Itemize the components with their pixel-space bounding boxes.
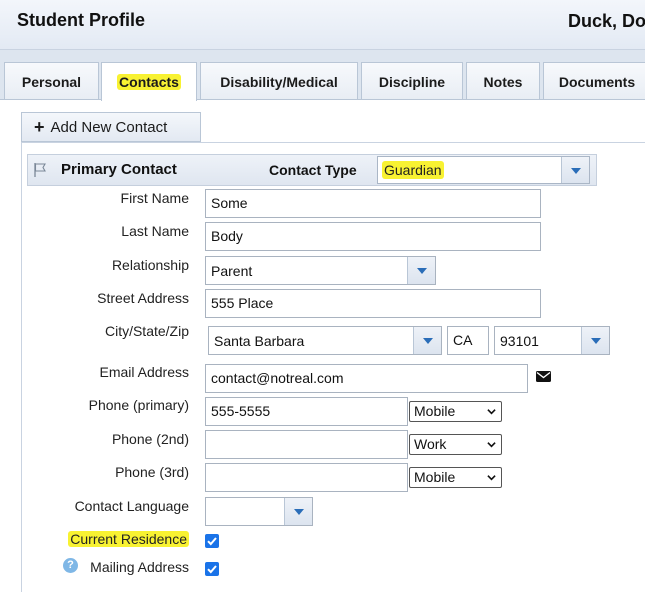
chevron-down-icon: [487, 442, 496, 448]
tab-label: Notes: [483, 73, 523, 90]
email-field[interactable]: contact@notreal.com: [205, 364, 528, 393]
plus-icon: +: [34, 117, 45, 137]
phone-3rd-label: Phone (3rd): [115, 464, 189, 480]
header-bar: Student Profile Duck, Do: [0, 0, 645, 50]
page-title: Student Profile: [17, 10, 146, 30]
phone-2nd-label: Phone (2nd): [111, 431, 189, 447]
contact-panel-header: Primary Contact Contact Type Guardian: [27, 154, 597, 186]
chevron-down-icon[interactable]: [284, 498, 312, 525]
contact-type-label: Contact Type: [269, 162, 357, 178]
chevron-down-icon: [487, 409, 496, 415]
current-residence-text: Current Residence: [68, 531, 189, 547]
tab-bar: Personal Contacts Disability/Medical Dis…: [0, 50, 645, 101]
phone-primary-type-value: Mobile: [414, 403, 456, 419]
relationship-select[interactable]: Parent: [205, 256, 436, 285]
tab-contacts[interactable]: Contacts: [101, 62, 197, 101]
check-icon: [207, 565, 217, 574]
chevron-down-icon[interactable]: [561, 157, 589, 183]
tab-label: Discipline: [378, 73, 446, 90]
phone-primary-type-select[interactable]: Mobile: [409, 401, 502, 422]
contact-type-value: Guardian: [382, 161, 444, 179]
phone-3rd-field[interactable]: [205, 463, 408, 492]
contact-language-select[interactable]: [205, 497, 313, 526]
current-residence-checkbox[interactable]: [205, 534, 219, 548]
phone-3rd-type-select[interactable]: Mobile: [409, 467, 502, 488]
mailing-address-checkbox[interactable]: [205, 562, 219, 576]
help-icon[interactable]: ?: [63, 558, 78, 573]
city-select[interactable]: Santa Barbara: [208, 326, 442, 355]
tab-label: Personal: [21, 73, 82, 90]
phone-2nd-field[interactable]: [205, 430, 408, 459]
current-residence-label: Current Residence: [68, 531, 189, 547]
contact-language-label: Contact Language: [74, 498, 189, 514]
phone-primary-field[interactable]: 555-5555: [205, 397, 408, 426]
chevron-down-icon[interactable]: [413, 327, 441, 354]
tab-label: Disability/Medical: [220, 73, 338, 90]
add-new-contact-button[interactable]: + Add New Contact: [21, 112, 201, 142]
zip-value: 93101: [500, 333, 539, 349]
tab-label: Contacts: [117, 74, 181, 90]
last-name-field[interactable]: Body: [205, 222, 541, 251]
panel-title: Primary Contact: [61, 161, 177, 178]
tab-personal[interactable]: Personal: [4, 62, 99, 100]
relationship-value: Parent: [211, 263, 253, 279]
city-value: Santa Barbara: [214, 333, 305, 349]
last-name-label: Last Name: [121, 223, 189, 239]
tab-disability-medical[interactable]: Disability/Medical: [200, 62, 358, 100]
state-field[interactable]: CA: [447, 326, 489, 355]
chevron-down-icon[interactable]: [407, 257, 435, 284]
zip-select[interactable]: 93101: [494, 326, 610, 355]
street-address-field[interactable]: 555 Place: [205, 289, 541, 318]
tab-documents[interactable]: Documents: [543, 62, 645, 100]
first-name-field[interactable]: Some: [205, 189, 541, 218]
first-name-label: First Name: [120, 190, 189, 206]
mailing-address-label: Mailing Address: [90, 559, 189, 575]
chevron-down-icon[interactable]: [581, 327, 609, 354]
envelope-icon[interactable]: [536, 371, 551, 382]
contact-type-select[interactable]: Guardian: [377, 156, 590, 184]
city-state-zip-label: City/State/Zip: [104, 323, 189, 339]
phone-2nd-type-select[interactable]: Work: [409, 434, 502, 455]
relationship-label: Relationship: [111, 257, 189, 273]
tab-discipline[interactable]: Discipline: [361, 62, 463, 100]
phone-primary-label: Phone (primary): [88, 397, 189, 413]
phone-3rd-type-value: Mobile: [414, 469, 456, 485]
tab-notes[interactable]: Notes: [466, 62, 540, 100]
email-address-label: Email Address: [99, 364, 189, 380]
phone-2nd-type-value: Work: [414, 436, 447, 452]
tab-label: Documents: [558, 73, 636, 90]
flag-icon[interactable]: [32, 162, 48, 178]
student-name: Duck, Do: [568, 11, 645, 31]
check-icon: [207, 537, 217, 546]
street-address-label: Street Address: [97, 290, 189, 306]
chevron-down-icon: [487, 475, 496, 481]
add-new-contact-label: Add New Contact: [50, 118, 168, 136]
